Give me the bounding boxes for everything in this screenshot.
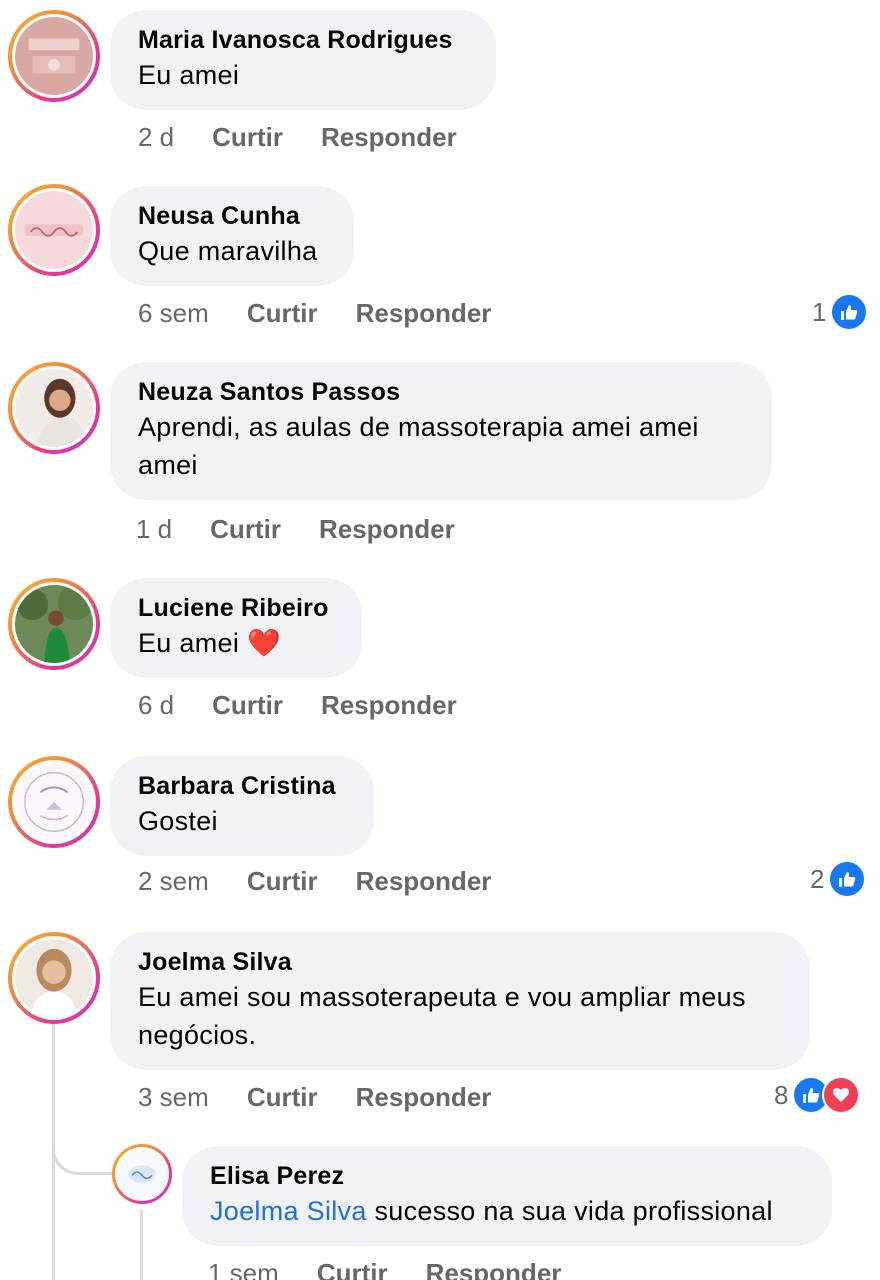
comment-author[interactable]: Barbara Cristina [138,770,346,802]
reply-button[interactable]: Responder [356,866,492,897]
thumbs-up-icon [828,860,867,898]
reply-bubble: Elisa Perez Joelma Silva sucesso na sua … [182,1146,832,1246]
avatar-image [15,191,93,269]
reply-button[interactable]: Responder [319,514,455,545]
comment-actions: 6 sem Curtir Responder [138,298,491,329]
like-button[interactable]: Curtir [210,514,281,545]
comment-bubble: Luciene Ribeiro Eu amei ❤️ [110,578,362,678]
comment-text-value: Eu amei [138,628,240,658]
reaction-summary[interactable]: 1 [812,293,869,331]
heart-emoji: ❤️ [246,628,281,658]
comment-author[interactable]: Maria Ivanosca Rodrigues [138,24,468,56]
comment-actions: 2 sem Curtir Responder [138,866,491,897]
comment-actions: 2 d Curtir Responder [138,122,457,153]
comment-time[interactable]: 2 d [138,122,174,153]
comment-bubble: Neuza Santos Passos Aprendi, as aulas de… [110,362,772,500]
reply-text: Joelma Silva sucesso na sua vida profiss… [210,1192,804,1230]
reply-author[interactable]: Elisa Perez [210,1160,804,1192]
avatar-image [15,585,93,663]
reaction-count: 1 [812,296,827,327]
avatar[interactable] [8,362,100,454]
avatar-image [15,369,93,447]
comment-author[interactable]: Neuza Santos Passos [138,376,744,408]
comment-bubble: Joelma Silva Eu amei sou massoterapeuta … [110,932,810,1070]
thread-connector [52,1024,113,1175]
comment-author[interactable]: Joelma Silva [138,946,782,978]
avatar[interactable] [8,184,100,276]
comment-bubble: Barbara Cristina Gostei [110,756,374,856]
comments-page: Maria Ivanosca Rodrigues Eu amei 2 d Cur… [0,0,880,1280]
reply-time[interactable]: 1 sem [208,1258,279,1280]
reaction-summary[interactable]: 8 [774,1076,861,1114]
reaction-count: 8 [774,1079,789,1110]
comment-time[interactable]: 3 sem [138,1082,209,1113]
comment-time[interactable]: 2 sem [138,866,209,897]
comment-author[interactable]: Neusa Cunha [138,200,326,232]
avatar[interactable] [112,1144,172,1204]
comment-actions: 3 sem Curtir Responder [138,1082,491,1113]
comment-author[interactable]: Luciene Ribeiro [138,592,334,624]
comment-text-line: negócios. [138,1020,257,1050]
avatar[interactable] [8,756,100,848]
avatar-image [15,17,93,95]
avatar-image [117,1149,167,1199]
like-button[interactable]: Curtir [212,690,283,721]
thread-line [140,1210,143,1280]
avatar[interactable] [8,932,100,1024]
comment-text: Que maravilha [138,236,318,266]
heart-icon [822,1076,861,1114]
like-button[interactable]: Curtir [247,866,318,897]
avatar-image [15,939,93,1017]
comment-time[interactable]: 6 d [138,690,174,721]
like-button[interactable]: Curtir [247,1082,318,1113]
reply-button[interactable]: Responder [321,690,457,721]
reply-actions: 1 sem Curtir Responder [208,1258,561,1280]
comment-text-line: amei [138,450,198,480]
like-button[interactable]: Curtir [212,122,283,153]
comment-time[interactable]: 6 sem [138,298,209,329]
thumbs-up-icon [830,293,869,331]
comment-text: Gostei [138,806,218,836]
mention-link[interactable]: Joelma Silva [210,1196,367,1226]
avatar[interactable] [8,10,100,102]
like-button[interactable]: Curtir [317,1258,388,1280]
comment-text: Eu amei [138,60,240,90]
reaction-summary[interactable]: 2 [810,860,867,898]
comment-text-line: Eu amei sou massoterapeuta e vou ampliar… [138,982,746,1012]
comment-actions: 1 d Curtir Responder [136,514,455,545]
reply-text-value: sucesso na sua vida profissional [366,1196,773,1226]
reply-button[interactable]: Responder [356,298,492,329]
comment-bubble: Neusa Cunha Que maravilha [110,186,354,286]
avatar[interactable] [8,578,100,670]
comment-text: Eu amei ❤️ [138,624,334,662]
comment-actions: 6 d Curtir Responder [138,690,457,721]
reply-button[interactable]: Responder [321,122,457,153]
reply-button[interactable]: Responder [356,1082,492,1113]
reply-button[interactable]: Responder [426,1258,562,1280]
avatar-image [15,763,93,841]
comment-time[interactable]: 1 d [136,514,172,545]
comment-bubble: Maria Ivanosca Rodrigues Eu amei [110,10,496,110]
reaction-count: 2 [810,863,825,894]
comment-text-line: Aprendi, as aulas de massoterapia amei a… [138,412,699,442]
like-button[interactable]: Curtir [247,298,318,329]
